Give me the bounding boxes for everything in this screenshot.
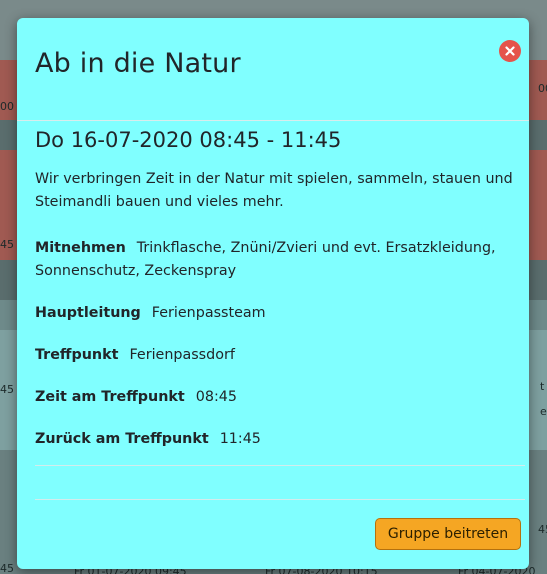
detail-label: Zurück am Treffpunkt	[35, 431, 209, 447]
detail-label: Mitnehmen	[35, 240, 126, 256]
background-text: e	[540, 405, 547, 418]
join-group-button[interactable]: Gruppe beitreten	[375, 518, 521, 550]
event-date-time: Do 16-07-2020 08:45 - 11:45	[35, 128, 342, 152]
detail-value: 11:45	[219, 431, 261, 447]
detail-hauptleitung: Hauptleitung Ferienpassteam	[35, 302, 513, 325]
background-text: 00	[0, 100, 14, 113]
detail-value: Ferienpassdorf	[129, 347, 235, 363]
detail-value: 08:45	[195, 389, 237, 405]
body-divider	[35, 465, 525, 466]
background-text: t	[540, 380, 545, 393]
background-text: 45	[0, 238, 14, 251]
close-icon	[505, 46, 515, 56]
background-text: 45	[0, 383, 14, 396]
footer-divider	[35, 499, 525, 500]
detail-zurueck-am-treffpunkt: Zurück am Treffpunkt 11:45	[35, 428, 513, 451]
background-text: 45	[0, 562, 14, 574]
detail-label: Treffpunkt	[35, 347, 119, 363]
close-button[interactable]	[499, 40, 521, 62]
detail-zeit-am-treffpunkt: Zeit am Treffpunkt 08:45	[35, 386, 513, 409]
modal-title: Ab in die Natur	[35, 48, 241, 79]
detail-label: Zeit am Treffpunkt	[35, 389, 185, 405]
background-text: 00	[538, 82, 547, 95]
detail-value: Ferienpassteam	[151, 305, 266, 321]
modal-header: Ab in die Natur	[17, 18, 529, 121]
detail-label: Hauptleitung	[35, 305, 141, 321]
event-modal: Ab in die Natur Do 16-07-2020 08:45 - 11…	[17, 18, 529, 569]
background-text: 45	[538, 523, 547, 536]
detail-treffpunkt: Treffpunkt Ferienpassdorf	[35, 344, 513, 367]
detail-mitnehmen: Mitnehmen Trinkflasche, Znüni/Zvieri und …	[35, 237, 513, 283]
event-description: Wir verbringen Zeit in der Natur mit spi…	[35, 171, 513, 210]
